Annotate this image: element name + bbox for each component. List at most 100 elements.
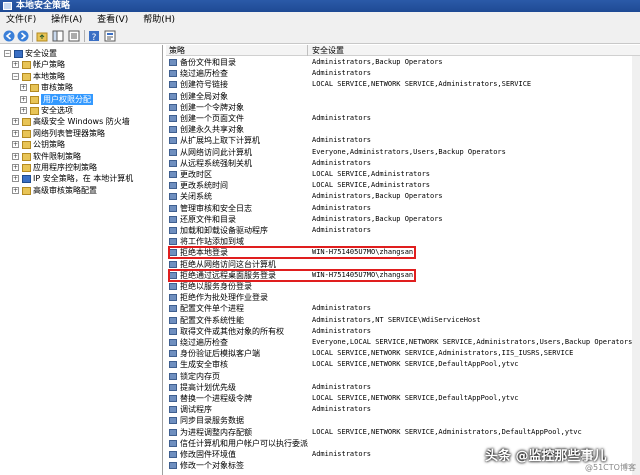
menu-action[interactable]: 操作(A) <box>45 12 88 28</box>
tree-node[interactable]: + 帐户策略 <box>0 59 162 70</box>
table-row[interactable]: 身份验证后模拟客户端 LOCAL SERVICE,NETWORK SERVICE,… <box>166 348 640 359</box>
table-row[interactable]: 更改时区 LOCAL SERVICE,Administrators <box>166 169 640 180</box>
expand-toggle-icon[interactable]: + <box>12 152 19 160</box>
table-row[interactable]: 同步目录服务数据 <box>166 415 640 426</box>
table-row[interactable]: 从扩展坞上取下计算机 Administrators <box>166 135 640 146</box>
table-row[interactable]: 拒绝以服务身份登录 <box>166 281 640 292</box>
table-row[interactable]: 备份文件和目录 Administrators,Backup Operators <box>166 57 640 68</box>
table-row[interactable]: 创建全局对象 <box>166 91 640 102</box>
table-row[interactable]: 取得文件或其他对象的所有权 Administrators <box>166 326 640 337</box>
policy-icon <box>169 339 177 346</box>
table-row[interactable]: 更改系统时间 LOCAL SERVICE,Administrators <box>166 180 640 191</box>
back-arrow-icon[interactable] <box>3 30 15 42</box>
tree-node-label: 软件限制策略 <box>33 151 81 161</box>
tree-node[interactable]: + 高级安全 Windows 防火墙 <box>0 116 162 127</box>
tree-node[interactable]: + 用户权限分配 <box>0 93 162 105</box>
table-row[interactable]: 还原文件和目录 Administrators,Backup Operators <box>166 214 640 225</box>
tree-node-label: 应用程序控制策略 <box>33 163 97 172</box>
help-icon[interactable]: ? <box>88 30 100 42</box>
table-row[interactable]: 创建一个令牌对象 <box>166 102 640 113</box>
show-tree-icon[interactable] <box>52 30 64 42</box>
folder-icon <box>22 72 31 81</box>
security-setting: Administrators <box>312 69 372 78</box>
table-row[interactable]: 创建符号链接 LOCAL SERVICE,NETWORK SERVICE,Admi… <box>166 79 640 90</box>
up-folder-icon[interactable] <box>36 30 48 42</box>
table-row[interactable]: 提高计划优先级 Administrators <box>166 382 640 393</box>
policy-name: 替换一个进程级令牌 <box>180 394 252 403</box>
security-setting: Administrators <box>312 326 372 335</box>
toolbar-separator <box>32 30 33 42</box>
table-row[interactable]: 配置文件系统性能 Administrators,NT SERVICE\WdiSer… <box>166 315 640 326</box>
tree-node[interactable]: + 网络列表管理器策略 <box>0 128 162 139</box>
table-row[interactable]: 加载和卸载设备驱动程序 Administrators <box>166 225 640 236</box>
expand-toggle-icon[interactable]: + <box>12 129 19 137</box>
table-row[interactable]: 管理审核和安全日志 Administrators <box>166 203 640 214</box>
menu-help[interactable]: 帮助(H) <box>137 12 181 28</box>
policy-icon <box>169 395 177 402</box>
expand-toggle-icon[interactable]: + <box>20 95 27 103</box>
table-row[interactable]: 调试程序 Administrators <box>166 404 640 415</box>
tree-node[interactable]: + 高级审核策略配置 <box>0 185 162 196</box>
tree-node[interactable]: + 软件限制策略 <box>0 151 162 162</box>
table-row[interactable]: 从远程系统强制关机 Administrators <box>166 158 640 169</box>
table-row[interactable]: 为进程调整内存配额 LOCAL SERVICE,NETWORK SERVICE,A… <box>166 427 640 438</box>
expand-toggle-icon[interactable]: + <box>12 118 19 126</box>
policy-icon <box>169 171 177 178</box>
tree-node[interactable]: + 应用程序控制策略 <box>0 162 162 173</box>
expand-toggle-icon[interactable]: + <box>12 175 19 183</box>
policy-list: 策略 安全设置 备份文件和目录 Administrators,Backup Ope… <box>166 45 640 475</box>
tree-node[interactable]: + 安全选项 <box>0 105 162 116</box>
collapse-toggle-icon[interactable]: − <box>4 50 11 57</box>
policy-name: 提高计划优先级 <box>180 382 236 392</box>
tree-node[interactable]: + 公钥策略 <box>0 139 162 150</box>
tree-node-label: IP 安全策略，在 本地计算机 <box>33 174 134 184</box>
expand-toggle-icon[interactable]: + <box>12 61 19 69</box>
expand-toggle-icon[interactable]: + <box>12 164 19 171</box>
policy-name: 锁定内存页 <box>180 371 220 381</box>
expand-toggle-icon[interactable]: + <box>12 186 19 194</box>
table-row[interactable]: 配置文件单个进程 Administrators <box>166 303 640 314</box>
collapse-toggle-icon[interactable]: − <box>12 72 19 80</box>
vertical-scrollbar[interactable] <box>632 56 640 475</box>
policy-icon <box>169 439 177 447</box>
table-row[interactable]: 关闭系统 Administrators,Backup Operators <box>166 191 640 202</box>
column-divider[interactable] <box>307 45 308 56</box>
export-list-icon[interactable] <box>68 30 80 42</box>
column-header-policy[interactable]: 策略 <box>169 45 185 56</box>
policy-icon <box>169 305 177 313</box>
forward-arrow-icon[interactable] <box>17 30 29 42</box>
policy-name: 取得文件或其他对象的所有权 <box>180 326 284 336</box>
table-row[interactable]: 绕过遍历检查 Everyone,LOCAL SERVICE,NETWORK SER… <box>166 337 640 348</box>
tree-node[interactable]: − 本地策略 <box>0 71 162 82</box>
tree-node[interactable]: + 审核策略 <box>0 82 162 93</box>
policy-name: 配置文件单个进程 <box>180 304 244 314</box>
table-row[interactable]: 生成安全审核 LOCAL SERVICE,NETWORK SERVICE,Defa… <box>166 359 640 370</box>
shield-icon <box>22 175 31 184</box>
menu-file[interactable]: 文件(F) <box>0 12 42 28</box>
table-row[interactable]: 创建一个页面文件 Administrators <box>166 113 640 124</box>
table-row[interactable]: 从网络访问此计算机 Everyone,Administrators,Users,B… <box>166 147 640 158</box>
expand-toggle-icon[interactable]: + <box>20 107 27 114</box>
tree-node[interactable]: + IP 安全策略，在 本地计算机 <box>0 173 162 184</box>
tree-node-label: 网络列表管理器策略 <box>33 128 105 138</box>
column-header-setting[interactable]: 安全设置 <box>312 45 344 56</box>
policy-icon <box>169 383 177 391</box>
tree-node[interactable]: − 安全设置 <box>0 48 162 59</box>
policy-icon <box>169 227 177 234</box>
properties-icon[interactable] <box>104 30 116 42</box>
policy-name: 更改系统时间 <box>180 181 228 191</box>
window-titlebar: 本地安全策略 <box>0 0 640 12</box>
policy-name: 从网络访问此计算机 <box>180 147 252 157</box>
menu-view[interactable]: 查看(V) <box>91 12 134 28</box>
list-header: 策略 安全设置 <box>166 45 640 56</box>
table-row[interactable]: 拒绝作为批处理作业登录 <box>166 292 640 303</box>
policy-name: 管理审核和安全日志 <box>180 203 252 213</box>
expand-toggle-icon[interactable]: + <box>12 141 19 149</box>
table-row[interactable]: 绕过遍历检查 Administrators <box>166 68 640 79</box>
table-row[interactable]: 锁定内存页 <box>166 371 640 382</box>
expand-toggle-icon[interactable]: + <box>20 84 27 92</box>
table-row[interactable]: 创建永久共享对象 <box>166 124 640 135</box>
tree-panel: − 安全设置 + 帐户策略 − 本地策略 + 审核策略 + 用户权限分配 + 安全选项 + 高级安全 Wi… <box>0 45 163 475</box>
policy-name: 生成安全审核 <box>180 360 228 370</box>
table-row[interactable]: 替换一个进程级令牌 LOCAL SERVICE,NETWORK SERVICE,D… <box>166 393 640 404</box>
